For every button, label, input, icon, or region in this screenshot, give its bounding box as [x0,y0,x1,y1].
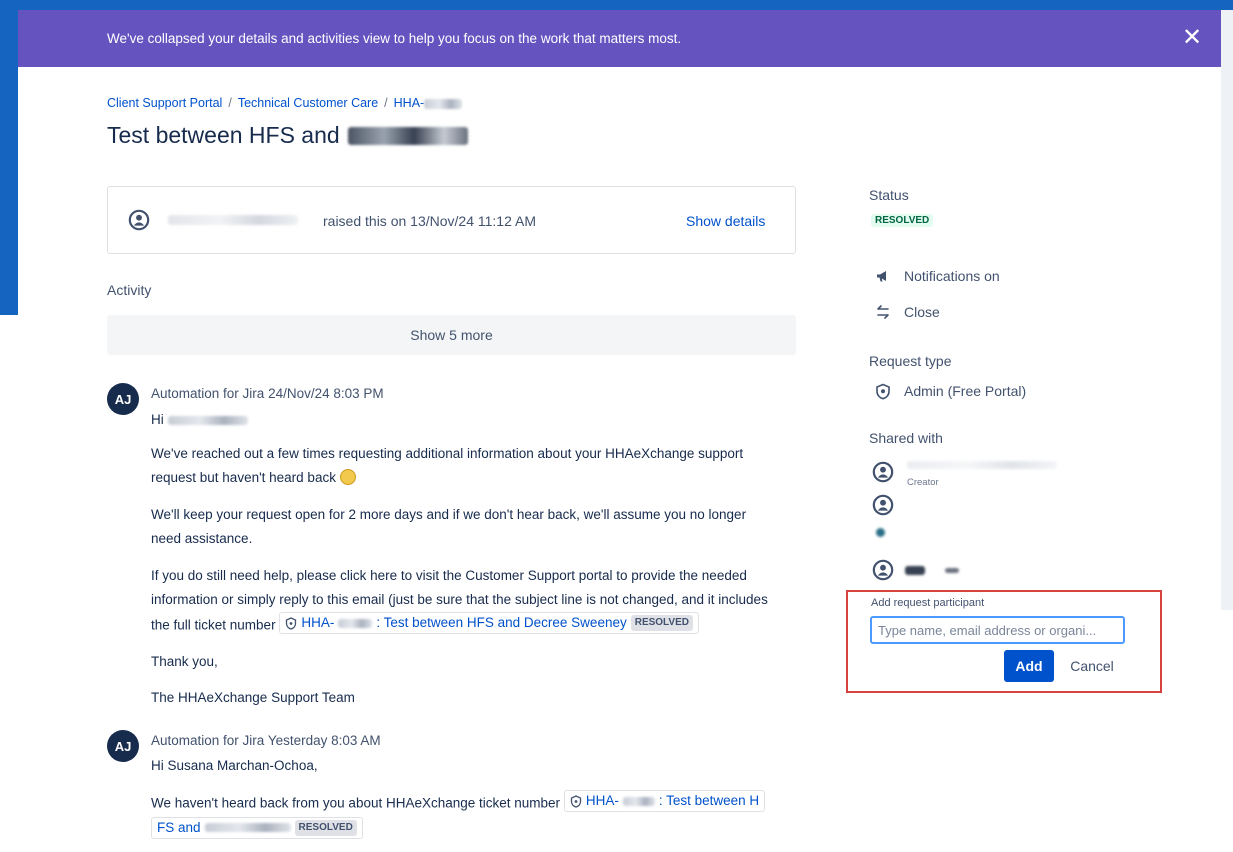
show-more-button[interactable]: Show 5 more [107,315,796,355]
shield-icon [286,616,297,630]
person-icon [128,209,150,231]
redacted-participant [905,566,925,575]
ticket-link[interactable]: HHA-: Test between HFS and Decree Sweene… [279,612,699,634]
breadcrumb-service[interactable]: Technical Customer Care [238,96,378,110]
emoji-icon [339,469,356,485]
cancel-button[interactable]: Cancel [1062,650,1122,682]
message-time: Yesterday 8:03 AM [267,733,381,748]
banner-message: We've collapsed your details and activit… [107,31,682,46]
message-greeting: Hi Susana Marchan-Ochoa, [151,758,318,773]
redacted-name [347,126,468,145]
avatar: AJ [107,730,139,762]
raised-by-card: raised this on 13/Nov/24 11:12 AM Show d… [107,186,796,254]
ticket-link-continued[interactable]: FS and RESOLVED [151,816,363,839]
breadcrumb: Client Support Portal / Technical Custom… [107,96,463,110]
activity-heading: Activity [107,282,152,298]
megaphone-icon [874,267,892,285]
creator-label: Creator [907,477,939,488]
page-scroll-gutter [1221,10,1233,610]
person-icon [872,494,894,516]
status-badge: RESOLVED [294,819,357,836]
close-request-button[interactable]: Close [874,303,940,321]
avatar: AJ [107,383,139,415]
request-type-label: Request type [869,353,952,369]
message-header: Automation for Jira 24/Nov/24 8:03 PM [151,386,384,401]
message-paragraph: We'll keep your request open for 2 more … [151,507,747,546]
participant-search-input[interactable] [870,616,1125,644]
show-details-link[interactable]: Show details [686,213,765,229]
page-background-left [0,0,18,315]
redacted-ticket-number [424,98,463,109]
notifications-label: Notifications on [904,268,1000,284]
breadcrumb-ticket[interactable]: HHA- [394,96,463,110]
breadcrumb-separator: / [384,96,388,110]
redacted-reporter [168,215,298,225]
page-background-top [18,0,1233,10]
transfer-icon [874,303,892,321]
redacted-participant [876,528,885,537]
message-paragraph: If you do still need help, please click … [151,568,768,634]
person-icon [872,461,894,483]
message-time: 24/Nov/24 8:03 PM [268,386,384,401]
shield-icon [874,382,892,400]
redacted-name [204,823,291,832]
status-badge: RESOLVED [871,214,934,227]
status-label: Status [869,187,909,203]
add-participant-label: Add request participant [871,597,985,609]
message-paragraph: We haven't heard back from you about HHA… [151,790,811,840]
breadcrumb-portal[interactable]: Client Support Portal [107,96,222,110]
add-participant-button[interactable]: Add [1004,650,1054,682]
message-paragraph: We've reached out a few times requesting… [151,446,744,485]
message-author: Automation for Jira [151,386,265,401]
redacted-ticket-number [622,796,655,806]
close-label: Close [904,304,940,320]
person-icon [872,559,894,581]
request-type-value: Admin (Free Portal) [874,382,1026,400]
close-icon[interactable]: ✕ [1181,26,1203,50]
status-badge: RESOLVED [630,615,693,631]
message-greeting: Hi [151,408,801,432]
raised-text: raised this on 13/Nov/24 11:12 AM [323,213,536,229]
ticket-link[interactable]: HHA-: Test between H [563,790,766,812]
redacted-participant [945,568,959,573]
notifications-toggle[interactable]: Notifications on [874,267,1000,285]
shield-icon [570,794,581,808]
message-header: Automation for Jira Yesterday 8:03 AM [151,733,381,748]
request-type-text: Admin (Free Portal) [904,383,1027,399]
page-title-text: Test between HFS and [107,122,340,148]
redacted-ticket-number [338,618,373,628]
info-banner: We've collapsed your details and activit… [18,10,1221,67]
message-author: Automation for Jira [151,733,265,748]
redacted-participant [907,461,1057,469]
breadcrumb-separator: / [228,96,232,110]
message-signoff: The HHAeXchange Support Team [151,690,355,705]
request-view: We've collapsed your details and activit… [18,10,1221,852]
shared-with-label: Shared with [869,430,943,446]
redacted-name [167,415,248,425]
message-thanks: Thank you, [151,654,218,669]
page-title: Test between HFS and [107,122,468,149]
